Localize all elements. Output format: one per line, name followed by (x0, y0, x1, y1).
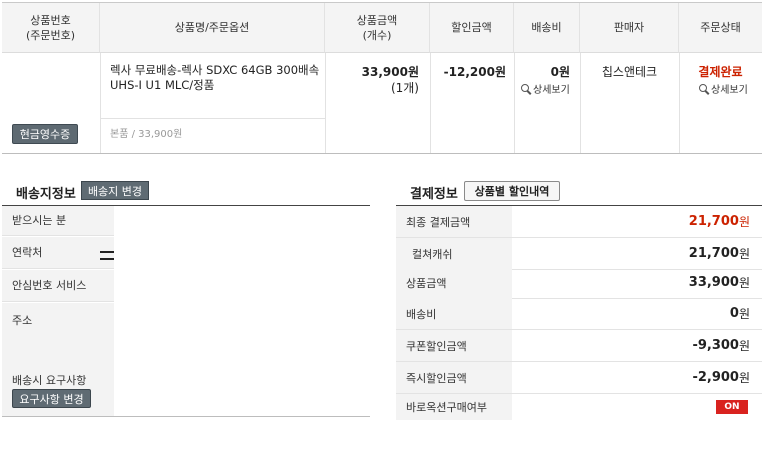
status-detail-label: 상세보기 (711, 85, 748, 96)
shipping-info-title: 배송지정보 (16, 187, 76, 202)
payment-value: 21,700 원 (688, 214, 750, 229)
product-count: (1개) (390, 81, 419, 95)
payment-value: -2,900 원 (692, 370, 750, 385)
payment-label: 쿠폰할인금액 (396, 330, 512, 361)
seller-name[interactable]: 칩스앤테크 (580, 63, 679, 80)
order-table: 상품번호 (주문번호) 상품명/주문옵션 상품금액 (개수) 할인금액 배송비 … (2, 2, 762, 154)
header-product-name: 상품명/주문옵션 (100, 3, 325, 53)
payment-label: 컬쳐캐쉬 (396, 238, 512, 269)
magnifier-icon (699, 83, 709, 94)
payment-row-coupon-discount: 쿠폰할인금액 -9,300 원 (396, 330, 762, 362)
header-discount: 할인금액 (430, 3, 514, 53)
payment-row-culture-cash: 컬쳐캐쉬 21,700 원 (396, 238, 762, 270)
header-product-no: 상품번호 (주문번호) (2, 3, 100, 53)
payment-label: 즉시할인금액 (396, 362, 512, 393)
header-status: 주문상태 (679, 3, 762, 53)
discount-amount: -12,200원 (443, 65, 506, 79)
payment-value: -9,300 원 (692, 338, 750, 353)
payment-row-product-amount: 상품금액 33,900 원 (396, 267, 762, 299)
contact-dash-mark (100, 251, 114, 253)
contact-label: 연락처 (2, 237, 114, 269)
payment-value: 0원 (729, 306, 750, 321)
shipping-fee: 0원 (550, 65, 570, 79)
product-title[interactable]: 렉사 무료배송-렉사 SDXC 64GB 300배속 UHS-I U1 MLC/… (110, 63, 320, 93)
discount-detail-button[interactable]: 상품별 할인내역 (464, 181, 560, 201)
payment-row-instant-discount: 즉시할인금액 -2,900 원 (396, 362, 762, 394)
payment-label: 바로옥션구매여부 (396, 394, 512, 420)
section-bottom-border (2, 416, 370, 417)
address-label: 주소 (2, 303, 114, 363)
header-amount: 상품금액 (개수) (325, 3, 430, 53)
shipping-values-area (114, 206, 370, 416)
safe-number-label: 안심번호 서비스 (2, 270, 114, 302)
payment-label: 최종 결제금액 (396, 206, 512, 237)
payment-row-baro: 바로옥션구매여부 ON (396, 394, 762, 420)
payment-label: 배송비 (396, 298, 512, 329)
cash-receipt-button[interactable]: 현금영수증 (12, 124, 78, 144)
change-request-button[interactable]: 요구사항 변경 (12, 389, 91, 408)
recipient-label: 받으시는 분 (2, 206, 114, 236)
payment-row-final: 최종 결제금액 21,700 원 (396, 206, 762, 238)
order-status: 결제완료 (698, 65, 743, 79)
contact-dash-mark (100, 258, 114, 260)
shipping-detail-label: 상세보기 (533, 85, 570, 96)
status-detail-link[interactable]: 상세보기 (699, 81, 748, 96)
divider (100, 53, 101, 153)
shipping-detail-link[interactable]: 상세보기 (521, 81, 570, 96)
payment-row-shipping: 배송비 0원 (396, 298, 762, 330)
change-address-button[interactable]: 배송지 변경 (81, 181, 149, 200)
payment-value: 21,700 원 (688, 246, 750, 261)
header-seller: 판매자 (580, 3, 679, 53)
magnifier-icon (521, 83, 531, 94)
product-amount: 33,900원 (361, 65, 419, 79)
payment-label: 상품금액 (396, 267, 512, 298)
baro-on-badge: ON (716, 400, 748, 414)
payment-info-title: 결제정보 (410, 187, 458, 202)
header-shipping: 배송비 (514, 3, 580, 53)
payment-value: 33,900 원 (688, 275, 750, 290)
divider (100, 118, 325, 119)
product-option: 본품 / 33,900원 (110, 129, 183, 140)
